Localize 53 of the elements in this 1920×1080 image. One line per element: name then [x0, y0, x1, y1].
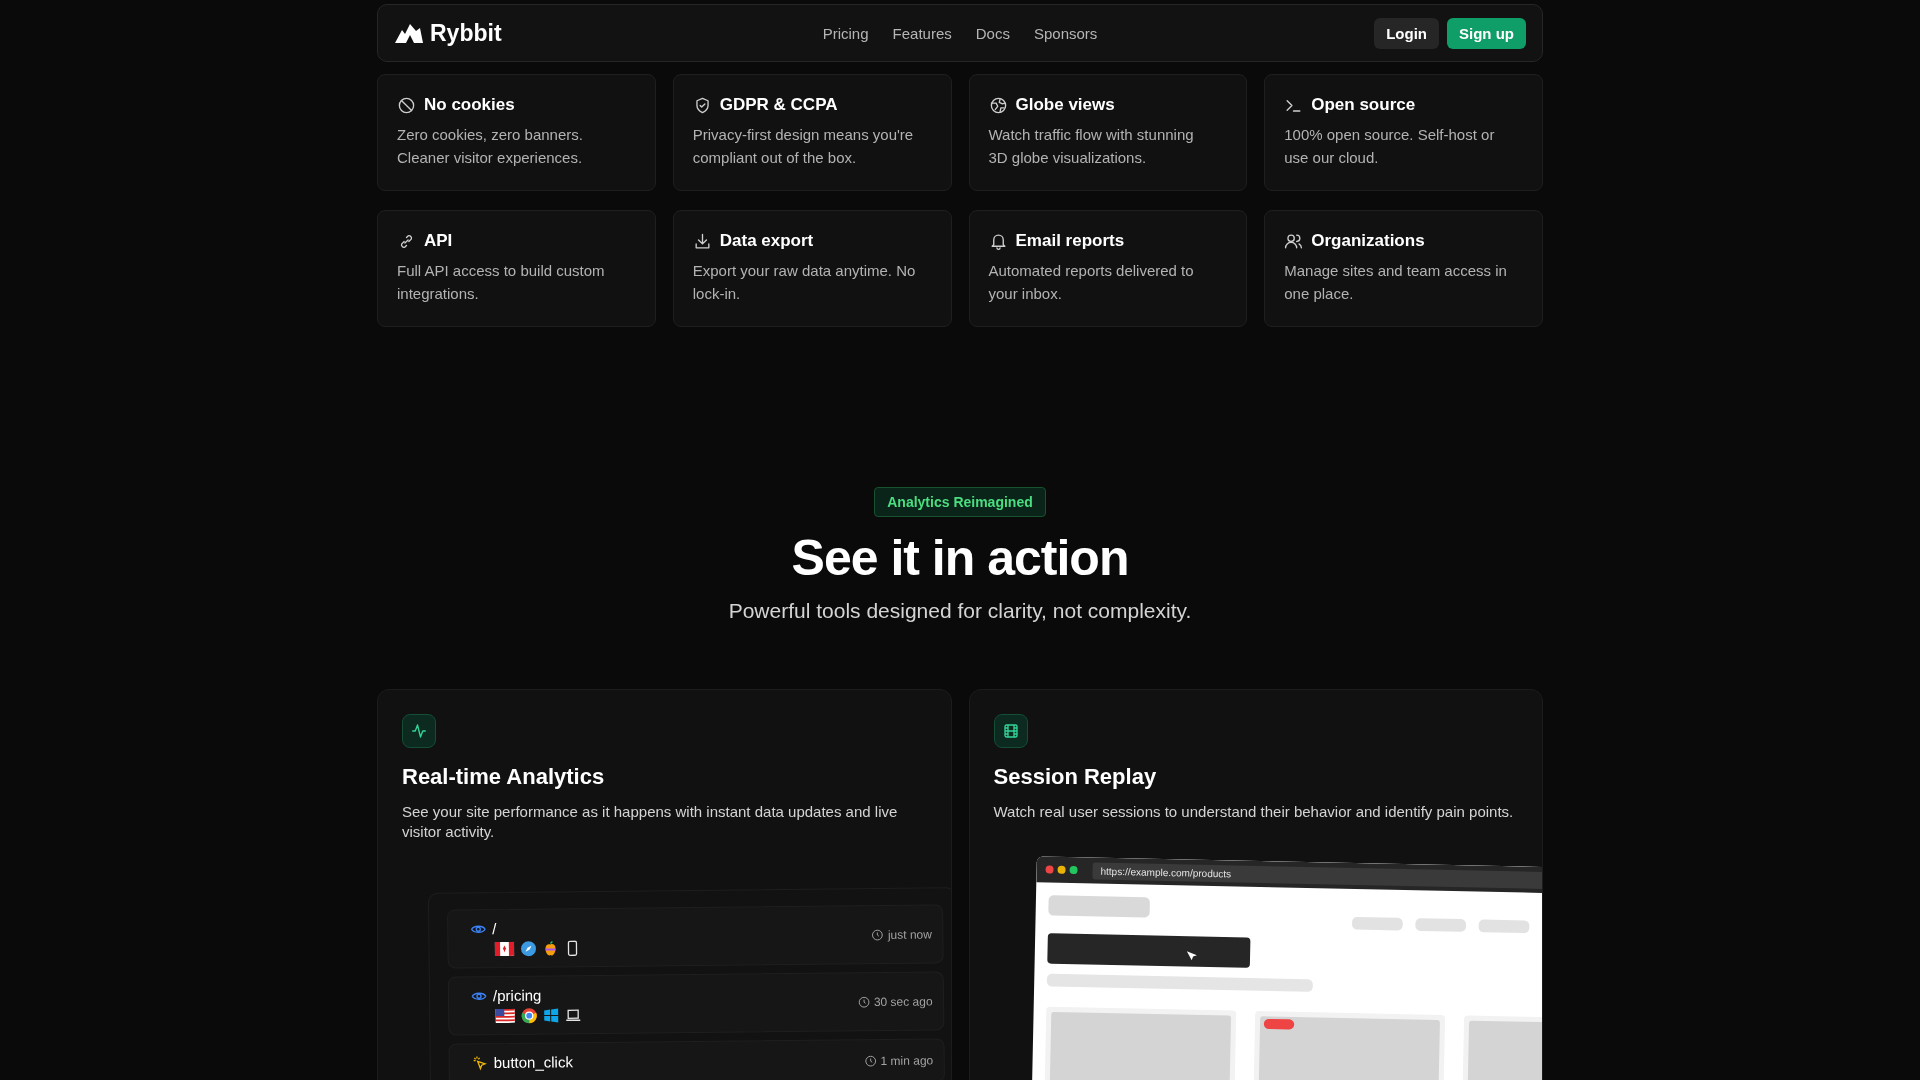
section-subtitle: Powerful tools designed for clarity, not complexity. — [728, 599, 1192, 623]
logo-icon — [394, 22, 424, 44]
section-badge: Analytics Reimagined — [874, 487, 1046, 517]
feature-title: Globe views — [1015, 95, 1115, 115]
window-controls-icon — [1043, 864, 1079, 876]
feature-description: Privacy-first design means you're compliant out of the box. — [692, 125, 915, 168]
login-button[interactable]: Login — [1374, 17, 1439, 49]
windows-icon — [543, 1007, 560, 1024]
film-icon — [1001, 722, 1020, 740]
download-icon — [692, 231, 712, 251]
browser-icon — [521, 1007, 538, 1024]
showcase-description: Watch real user sessions to understand their behavior and identify pain points. — [993, 802, 1515, 822]
feature-title: API — [424, 231, 453, 251]
section-title: See it in action — [791, 529, 1129, 587]
nav-link[interactable]: Sponsors — [1033, 24, 1098, 42]
feature-description: Export your raw data anytime. No lock-in. — [692, 261, 917, 304]
event-time: 1 min ago — [880, 1053, 934, 1069]
feature-title: Email reports — [1015, 231, 1125, 251]
feature-title: No cookies — [424, 95, 515, 115]
feature-description: Full API access to build custom integrations. — [397, 261, 606, 304]
event-label: button_click — [493, 1053, 573, 1072]
feature-description: Manage sites and team access in one place. — [1284, 261, 1508, 304]
event-time: 30 sec ago — [873, 994, 933, 1009]
feature-description: Watch traffic flow with stunning 3D globe visualizations. — [988, 125, 1195, 168]
url-field: https://example.com/products — [1091, 862, 1542, 890]
event-time: just now — [887, 927, 932, 942]
compass-icon — [520, 940, 537, 957]
laptop-icon — [565, 1007, 582, 1024]
showcase-description: See your site performance as it happens with instant data updates and live visitor activity. — [402, 802, 899, 842]
nav-link[interactable]: Features — [892, 24, 952, 42]
feature-description: 100% open source. Self-host or use our cloud. — [1284, 125, 1496, 168]
flag-icon — [494, 941, 515, 957]
logo-text[interactable]: Rybbit — [430, 19, 502, 47]
showcase-title: Session Replay — [993, 764, 1158, 790]
clock-icon — [857, 995, 870, 1008]
sparkle-pointer-icon — [471, 1054, 488, 1071]
nav-link[interactable]: Pricing — [822, 24, 869, 42]
globe-icon — [988, 95, 1008, 115]
clock-icon — [871, 928, 884, 941]
clock-icon — [864, 1055, 877, 1068]
feature-description: Automated reports delivered to your inbox. — [988, 261, 1195, 304]
nav-link[interactable]: Docs — [975, 24, 1010, 42]
feature-title: Data export — [719, 231, 814, 251]
prohibited-icon — [397, 95, 416, 115]
feature-title: GDPR & CCPA — [719, 95, 838, 115]
showcase-title: Real-time Analytics — [402, 764, 606, 790]
feature-description: Zero cookies, zero banners. Cleaner visitor experiences. — [397, 125, 584, 168]
event-label: /pricing — [492, 986, 542, 1005]
flag-icon — [495, 1008, 516, 1024]
activity-icon — [410, 722, 428, 740]
feature-title: Open source — [1311, 95, 1416, 115]
feature-title: Organizations — [1311, 231, 1425, 251]
event-label: / — [492, 920, 497, 938]
